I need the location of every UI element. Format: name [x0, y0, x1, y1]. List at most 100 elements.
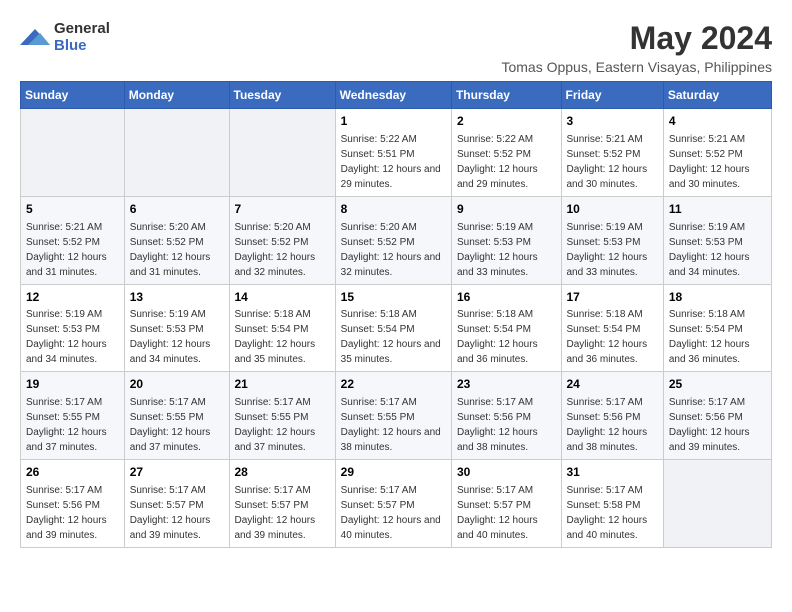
- day-number: 14: [235, 289, 330, 306]
- calendar-cell: 8 Sunrise: 5:20 AMSunset: 5:52 PMDaylight…: [335, 196, 451, 284]
- day-number: 16: [457, 289, 556, 306]
- day-header: Tuesday: [229, 82, 335, 109]
- day-header: Thursday: [451, 82, 561, 109]
- day-info: Sunrise: 5:20 AMSunset: 5:52 PMDaylight:…: [130, 220, 224, 280]
- calendar-cell: 29 Sunrise: 5:17 AMSunset: 5:57 PMDayligh…: [335, 460, 451, 548]
- calendar-cell: 16Sunrise: 5:18 AMSunset: 5:54 PMDayligh…: [451, 284, 561, 372]
- calendar-week-row: 26Sunrise: 5:17 AMSunset: 5:56 PMDayligh…: [21, 460, 772, 548]
- day-info: Sunrise: 5:22 AMSunset: 5:52 PMDaylight:…: [457, 132, 556, 192]
- day-number: 29: [341, 464, 446, 481]
- day-info: Sunrise: 5:20 AMSunset: 5:52 PMDaylight:…: [341, 220, 446, 280]
- day-number: 9: [457, 201, 556, 218]
- calendar-cell: 31 Sunrise: 5:17 AMSunset: 5:58 PMDayligh…: [561, 460, 663, 548]
- header: General Blue May 2024 Tomas Oppus, Easte…: [20, 20, 772, 75]
- day-info: Sunrise: 5:19 AMSunset: 5:53 PMDaylight:…: [130, 307, 224, 367]
- day-info: Sunrise: 5:21 AMSunset: 5:52 PMDaylight:…: [26, 220, 119, 280]
- calendar-cell: [229, 109, 335, 197]
- day-info: Sunrise: 5:17 AMSunset: 5:58 PMDaylight:…: [567, 483, 658, 543]
- day-number: 23: [457, 376, 556, 393]
- calendar-cell: 2 Sunrise: 5:22 AMSunset: 5:52 PMDaylight…: [451, 109, 561, 197]
- day-number: 5: [26, 201, 119, 218]
- calendar-cell: 7Sunrise: 5:20 AMSunset: 5:52 PMDaylight…: [229, 196, 335, 284]
- day-info: Sunrise: 5:17 AMSunset: 5:57 PMDaylight:…: [457, 483, 556, 543]
- day-number: 21: [235, 376, 330, 393]
- day-number: 4: [669, 113, 766, 130]
- calendar-cell: 12Sunrise: 5:19 AMSunset: 5:53 PMDayligh…: [21, 284, 125, 372]
- calendar-cell: 21 Sunrise: 5:17 AMSunset: 5:55 PMDayligh…: [229, 372, 335, 460]
- calendar-cell: 3 Sunrise: 5:21 AMSunset: 5:52 PMDaylight…: [561, 109, 663, 197]
- calendar-week-row: 5 Sunrise: 5:21 AMSunset: 5:52 PMDaylight…: [21, 196, 772, 284]
- day-number: 22: [341, 376, 446, 393]
- day-info: Sunrise: 5:21 AMSunset: 5:52 PMDaylight:…: [669, 132, 766, 192]
- day-info: Sunrise: 5:18 AMSunset: 5:54 PMDaylight:…: [341, 307, 446, 367]
- calendar-cell: 23 Sunrise: 5:17 AMSunset: 5:56 PMDayligh…: [451, 372, 561, 460]
- day-info: Sunrise: 5:18 AMSunset: 5:54 PMDaylight:…: [235, 307, 330, 367]
- calendar-cell: 25 Sunrise: 5:17 AMSunset: 5:56 PMDayligh…: [663, 372, 771, 460]
- day-number: 11: [669, 201, 766, 218]
- day-info: Sunrise: 5:17 AMSunset: 5:55 PMDaylight:…: [341, 395, 446, 455]
- calendar-cell: 19Sunrise: 5:17 AMSunset: 5:55 PMDayligh…: [21, 372, 125, 460]
- day-number: 19: [26, 376, 119, 393]
- calendar-cell: 5 Sunrise: 5:21 AMSunset: 5:52 PMDaylight…: [21, 196, 125, 284]
- day-info: Sunrise: 5:17 AMSunset: 5:55 PMDaylight:…: [235, 395, 330, 455]
- calendar-week-row: 1 Sunrise: 5:22 AMSunset: 5:51 PMDaylight…: [21, 109, 772, 197]
- day-info: Sunrise: 5:17 AMSunset: 5:55 PMDaylight:…: [130, 395, 224, 455]
- day-info: Sunrise: 5:19 AMSunset: 5:53 PMDaylight:…: [567, 220, 658, 280]
- day-number: 2: [457, 113, 556, 130]
- day-info: Sunrise: 5:17 AMSunset: 5:57 PMDaylight:…: [235, 483, 330, 543]
- day-number: 30: [457, 464, 556, 481]
- day-info: Sunrise: 5:19 AMSunset: 5:53 PMDaylight:…: [26, 307, 119, 367]
- calendar-cell: 26Sunrise: 5:17 AMSunset: 5:56 PMDayligh…: [21, 460, 125, 548]
- day-info: Sunrise: 5:21 AMSunset: 5:52 PMDaylight:…: [567, 132, 658, 192]
- day-number: 20: [130, 376, 224, 393]
- day-info: Sunrise: 5:18 AMSunset: 5:54 PMDaylight:…: [567, 307, 658, 367]
- calendar-cell: 15Sunrise: 5:18 AMSunset: 5:54 PMDayligh…: [335, 284, 451, 372]
- title-section: May 2024 Tomas Oppus, Eastern Visayas, P…: [501, 20, 772, 75]
- day-info: Sunrise: 5:17 AMSunset: 5:56 PMDaylight:…: [567, 395, 658, 455]
- day-info: Sunrise: 5:17 AMSunset: 5:57 PMDaylight:…: [341, 483, 446, 543]
- day-number: 17: [567, 289, 658, 306]
- day-number: 8: [341, 201, 446, 218]
- calendar-cell: [124, 109, 229, 197]
- calendar-cell: [21, 109, 125, 197]
- calendar-cell: 13Sunrise: 5:19 AMSunset: 5:53 PMDayligh…: [124, 284, 229, 372]
- logo: General Blue: [20, 20, 110, 54]
- day-header: Saturday: [663, 82, 771, 109]
- day-info: Sunrise: 5:17 AMSunset: 5:56 PMDaylight:…: [669, 395, 766, 455]
- logo-icon: [20, 25, 50, 49]
- calendar-cell: 20 Sunrise: 5:17 AMSunset: 5:55 PMDayligh…: [124, 372, 229, 460]
- day-info: Sunrise: 5:19 AMSunset: 5:53 PMDaylight:…: [669, 220, 766, 280]
- day-info: Sunrise: 5:17 AMSunset: 5:56 PMDaylight:…: [457, 395, 556, 455]
- calendar-cell: 18Sunrise: 5:18 AMSunset: 5:54 PMDayligh…: [663, 284, 771, 372]
- day-number: 25: [669, 376, 766, 393]
- day-number: 15: [341, 289, 446, 306]
- calendar-table: SundayMondayTuesdayWednesdayThursdayFrid…: [20, 81, 772, 548]
- calendar-week-row: 19 Sunrise: 5:17 AMSunset: 5:55 PMDayligh…: [21, 372, 772, 460]
- day-info: Sunrise: 5:17 AMSunset: 5:57 PMDaylight:…: [130, 483, 224, 543]
- calendar-cell: 9Sunrise: 5:19 AMSunset: 5:53 PMDaylight…: [451, 196, 561, 284]
- day-number: 7: [235, 201, 330, 218]
- main-title: May 2024: [501, 20, 772, 57]
- day-number: 1: [341, 113, 446, 130]
- calendar-cell: 14Sunrise: 5:18 AMSunset: 5:54 PMDayligh…: [229, 284, 335, 372]
- day-header: Friday: [561, 82, 663, 109]
- calendar-cell: [663, 460, 771, 548]
- subtitle: Tomas Oppus, Eastern Visayas, Philippine…: [501, 59, 772, 75]
- day-number: 3: [567, 113, 658, 130]
- calendar-week-row: 12Sunrise: 5:19 AMSunset: 5:53 PMDayligh…: [21, 284, 772, 372]
- day-number: 6: [130, 201, 224, 218]
- calendar-cell: 22 Sunrise: 5:17 AMSunset: 5:55 PMDayligh…: [335, 372, 451, 460]
- day-header: Wednesday: [335, 82, 451, 109]
- day-number: 12: [26, 289, 119, 306]
- day-number: 31: [567, 464, 658, 481]
- calendar-header-row: SundayMondayTuesdayWednesdayThursdayFrid…: [21, 82, 772, 109]
- day-header: Sunday: [21, 82, 125, 109]
- day-info: Sunrise: 5:22 AMSunset: 5:51 PMDaylight:…: [341, 132, 446, 192]
- day-number: 18: [669, 289, 766, 306]
- day-number: 28: [235, 464, 330, 481]
- calendar-cell: 1 Sunrise: 5:22 AMSunset: 5:51 PMDaylight…: [335, 109, 451, 197]
- calendar-cell: 30 Sunrise: 5:17 AMSunset: 5:57 PMDayligh…: [451, 460, 561, 548]
- day-info: Sunrise: 5:18 AMSunset: 5:54 PMDaylight:…: [669, 307, 766, 367]
- day-header: Monday: [124, 82, 229, 109]
- day-info: Sunrise: 5:18 AMSunset: 5:54 PMDaylight:…: [457, 307, 556, 367]
